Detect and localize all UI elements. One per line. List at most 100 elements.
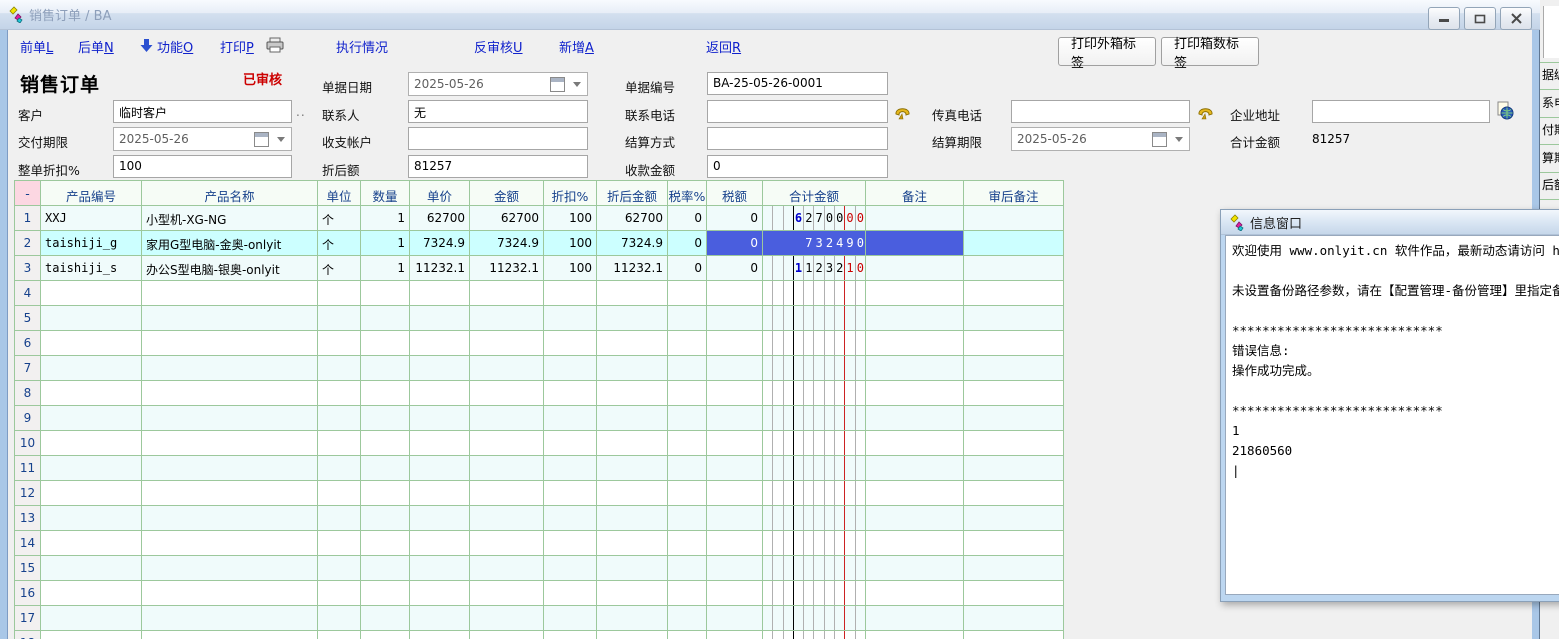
cell-amount[interactable] [470,356,544,380]
settle-method-input[interactable] [707,127,888,150]
cell-amount[interactable]: 62700 [470,206,544,230]
cell-tax_rate[interactable] [668,356,707,380]
minimize-button[interactable] [1428,7,1460,30]
cell-amount[interactable] [470,556,544,580]
table-row-13[interactable]: 13 [15,506,1063,531]
cell-amount[interactable] [470,481,544,505]
cell-price[interactable] [410,281,470,305]
cell-num[interactable]: 6 [15,331,41,355]
cell-qty[interactable]: 1 [361,231,410,255]
cell-tax_rate[interactable] [668,431,707,455]
cell-tax[interactable]: 0 [707,256,763,280]
order-discount-input[interactable]: 100 [113,155,292,178]
cell-num[interactable]: 11 [15,456,41,480]
contact-phone-input[interactable] [707,100,888,123]
cell-note[interactable] [866,206,964,230]
cell-name[interactable]: 办公S型电脑-银奥-onlyit [142,256,318,280]
cell-code[interactable] [41,281,142,305]
cell-tax_rate[interactable] [668,531,707,555]
table-row-11[interactable]: 11 [15,456,1063,481]
cell-price[interactable] [410,581,470,605]
close-button[interactable] [1500,7,1532,30]
cell-qty[interactable]: 1 [361,256,410,280]
cell-amount[interactable] [470,581,544,605]
cell-unit[interactable] [318,631,361,639]
print-box-count-label-button[interactable]: 打印箱数标签 [1161,37,1259,66]
header-note[interactable]: 备注 [866,181,964,205]
info-window[interactable]: 信息窗口 欢迎使用 www.onlyit.cn 软件作品，最新动态请访问 htt… [1220,209,1559,602]
chevron-down-icon[interactable] [1175,137,1183,142]
cell-total_digits[interactable] [763,581,866,605]
cell-price[interactable] [410,431,470,455]
cell-tax[interactable]: 0 [707,206,763,230]
header-discount[interactable]: 折扣% [544,181,597,205]
cell-tax[interactable] [707,281,763,305]
cell-discount[interactable] [544,631,597,639]
toolbar-add-new[interactable]: 新增A [559,37,594,56]
cell-code[interactable] [41,381,142,405]
cell-post_audit_note[interactable] [964,431,1063,455]
cell-discount[interactable] [544,556,597,580]
cell-price[interactable] [410,606,470,630]
cell-code[interactable] [41,406,142,430]
cell-code[interactable] [41,356,142,380]
cell-amount[interactable] [470,631,544,639]
cell-post_audit_note[interactable] [964,581,1063,605]
discounted-amount-input[interactable]: 81257 [408,155,588,178]
header-qty[interactable]: 数量 [361,181,410,205]
cell-num[interactable]: 3 [15,256,41,280]
cell-num[interactable]: 9 [15,406,41,430]
cell-discount[interactable] [544,306,597,330]
cell-num[interactable]: 15 [15,556,41,580]
cell-discount[interactable] [544,456,597,480]
cell-name[interactable] [142,406,318,430]
cell-price[interactable] [410,456,470,480]
cell-total_digits[interactable] [763,281,866,305]
header-discounted[interactable]: 折后金额 [597,181,668,205]
cell-discount[interactable] [544,581,597,605]
cell-discounted[interactable] [597,306,668,330]
cell-qty[interactable] [361,531,410,555]
cell-post_audit_note[interactable] [964,456,1063,480]
table-row-3[interactable]: 3taishiji_s办公S型电脑-银奥-onlyit个111232.11123… [15,256,1063,281]
cell-name[interactable] [142,581,318,605]
cell-qty[interactable] [361,356,410,380]
cell-post_audit_note[interactable] [964,606,1063,630]
cell-post_audit_note[interactable] [964,406,1063,430]
cell-tax_rate[interactable] [668,631,707,639]
cell-code[interactable] [41,606,142,630]
header-tax_rate[interactable]: 税率% [668,181,707,205]
cell-name[interactable]: 小型机-XG-NG [142,206,318,230]
cell-code[interactable] [41,306,142,330]
cell-num[interactable]: 16 [15,581,41,605]
cell-note[interactable] [866,331,964,355]
table-row-7[interactable]: 7 [15,356,1063,381]
cell-name[interactable] [142,281,318,305]
delivery-date-input[interactable]: 2025-05-26 [113,127,292,151]
cell-qty[interactable] [361,581,410,605]
cell-note[interactable] [866,231,964,255]
cell-amount[interactable] [470,306,544,330]
cell-discounted[interactable] [597,631,668,639]
cell-tax[interactable] [707,506,763,530]
cell-note[interactable] [866,506,964,530]
cell-note[interactable] [866,631,964,639]
cell-num[interactable]: 12 [15,481,41,505]
cell-code[interactable]: taishiji_s [41,256,142,280]
phone-icon[interactable] [893,101,913,121]
cell-discount[interactable] [544,506,597,530]
cell-amount[interactable] [470,381,544,405]
cell-tax_rate[interactable]: 0 [668,206,707,230]
header-amount[interactable]: 金额 [470,181,544,205]
toolbar-execution-status[interactable]: 执行情况 [336,37,388,56]
cell-note[interactable] [866,606,964,630]
cell-discount[interactable] [544,531,597,555]
table-row-18[interactable]: 18 [15,631,1063,639]
cell-note[interactable] [866,381,964,405]
cell-code[interactable] [41,456,142,480]
cell-post_audit_note[interactable] [964,481,1063,505]
cell-unit[interactable]: 个 [318,256,361,280]
cell-price[interactable]: 62700 [410,206,470,230]
customer-lookup-button[interactable]: .. [296,105,306,119]
cell-amount[interactable] [470,281,544,305]
